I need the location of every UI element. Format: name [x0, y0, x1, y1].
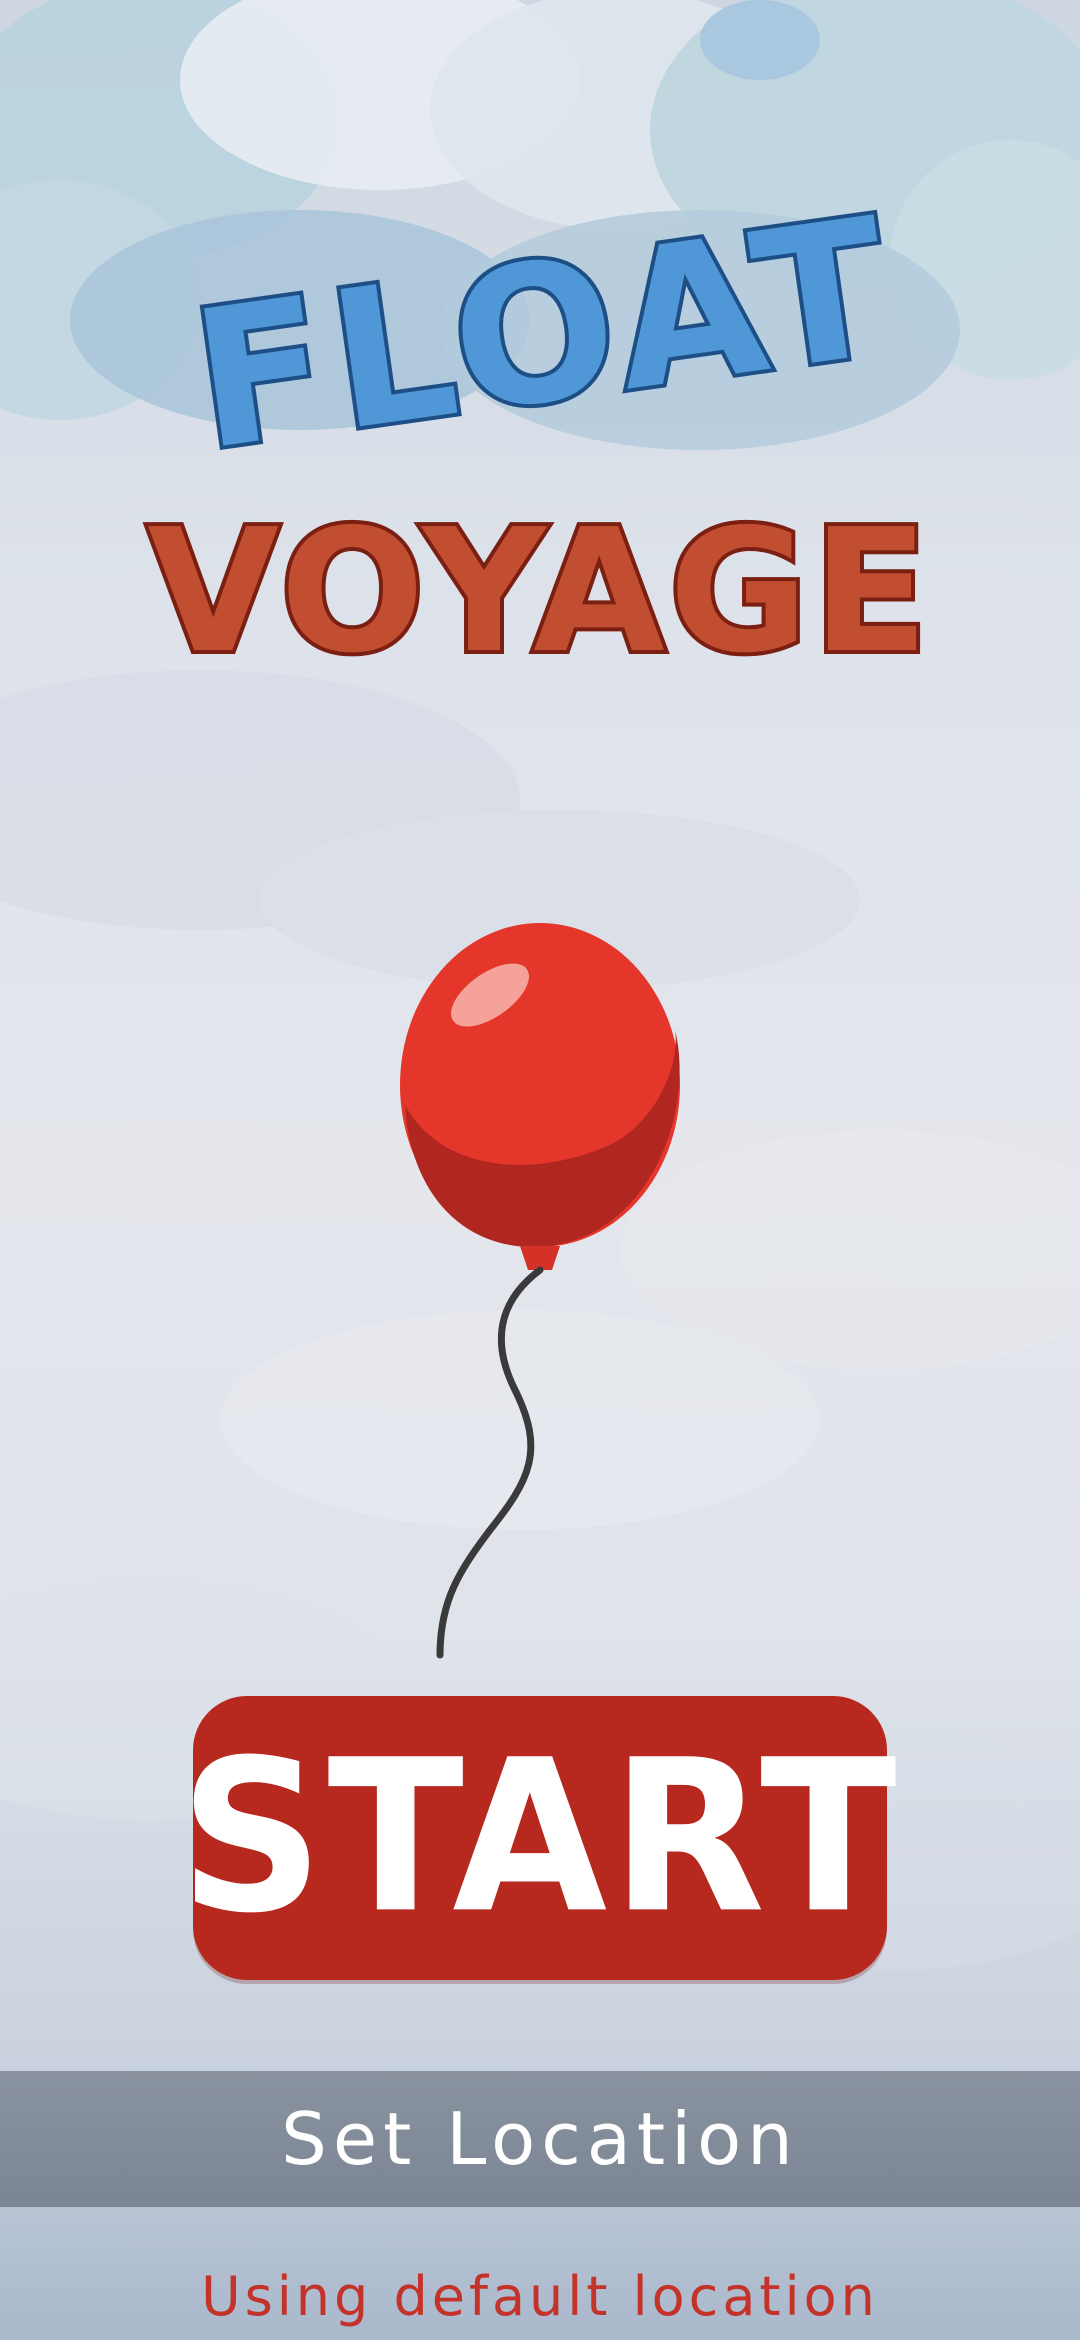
balloon-body	[400, 923, 680, 1248]
balloon-knot	[520, 1246, 560, 1270]
balloon-icon	[400, 923, 680, 1659]
location-status-text: Using default location	[201, 2265, 879, 2328]
balloon-string	[436, 1266, 544, 1659]
set-location-label: Set Location	[281, 2097, 799, 2181]
set-location-button[interactable]: Set Location	[0, 2071, 1080, 2207]
start-button-label: START	[179, 1715, 901, 1960]
game-title-logo: FLOAT VOYAGE	[143, 172, 932, 695]
title-voyage: VOYAGE	[147, 493, 932, 691]
start-button[interactable]: START	[179, 1696, 897, 1980]
title-float: FLOAT	[182, 176, 908, 493]
